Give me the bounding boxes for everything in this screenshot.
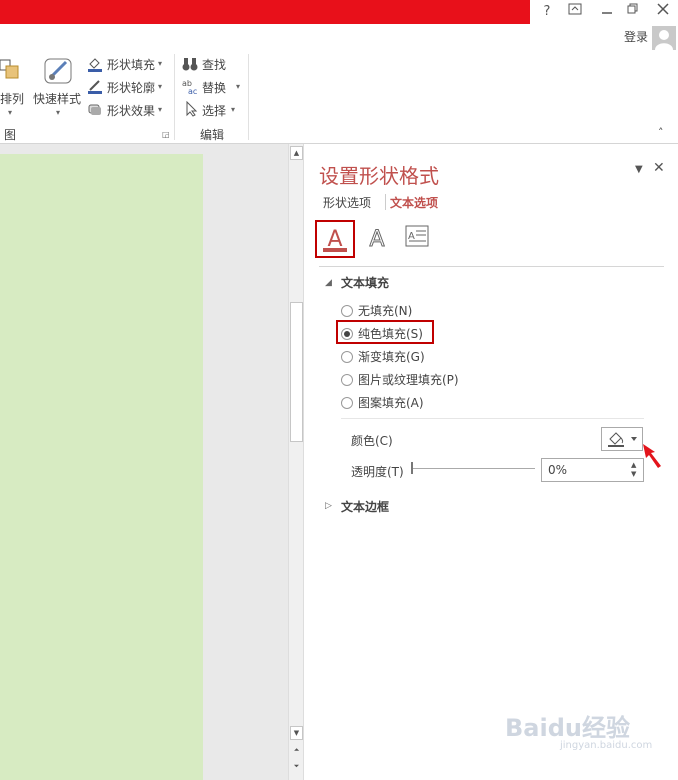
fill-option-solid[interactable]: 纯色填充(S): [341, 325, 423, 343]
watermark: Baidu经验: [505, 714, 630, 742]
replace-dropdown-icon[interactable]: ▾: [236, 82, 240, 91]
next-slide-icon[interactable]: ⏷: [290, 760, 303, 774]
color-label: 颜色(C): [351, 434, 393, 448]
scroll-thumb[interactable]: [290, 302, 303, 442]
text-outline-section-header[interactable]: 文本边框: [341, 498, 389, 515]
svg-text:ac: ac: [188, 87, 197, 94]
pane-title: 设置形状格式: [319, 164, 439, 188]
title-bar: ?: [0, 0, 678, 26]
transparency-spinner[interactable]: ▲ ▼: [631, 461, 641, 479]
account-row: 登录: [0, 24, 678, 50]
binoculars-icon: [182, 56, 198, 72]
shape-effects-icon: [87, 101, 103, 117]
collapse-text-fill-icon[interactable]: ◢: [325, 278, 332, 288]
tab-content-divider: [319, 266, 664, 267]
paint-bucket-icon: [608, 432, 637, 447]
vertical-scrollbar[interactable]: ▲ ▼ ⏶ ⏷: [288, 144, 304, 780]
shape-effects-button[interactable]: 形状效果: [107, 102, 155, 119]
transparency-label: 透明度(T): [351, 465, 404, 479]
radio-pattern[interactable]: [341, 396, 353, 409]
shape-outline-button[interactable]: 形状轮廓: [107, 79, 155, 96]
quick-styles-button[interactable]: 快速样式: [33, 90, 81, 107]
text-fill-icon: A: [323, 227, 347, 252]
transparency-value: 0%: [548, 463, 568, 477]
radio-none[interactable]: [341, 304, 353, 317]
group-separator: [174, 54, 175, 140]
select-button[interactable]: 选择: [202, 102, 226, 119]
text-effects-icon: A: [369, 227, 385, 253]
shape-fill-icon: [87, 56, 103, 72]
transparency-slider-thumb[interactable]: [411, 462, 413, 474]
slide-canvas: [0, 144, 288, 780]
fill-option-none[interactable]: 无填充(N): [341, 302, 412, 320]
transparency-input[interactable]: 0% ▲ ▼: [541, 458, 644, 482]
select-dropdown-icon[interactable]: ▾: [231, 105, 235, 114]
fill-option-gradient[interactable]: 渐变填充(G): [341, 348, 425, 366]
drawing-dialog-launcher-icon[interactable]: ◲: [162, 130, 170, 139]
collapse-ribbon-icon[interactable]: ˄: [658, 126, 664, 139]
close-icon[interactable]: [650, 2, 676, 22]
replace-button[interactable]: 替换: [202, 79, 226, 96]
scroll-up-icon[interactable]: ▲: [290, 146, 303, 160]
title-bar-accent: [0, 0, 530, 24]
color-picker-button[interactable]: [601, 427, 643, 451]
avatar[interactable]: [652, 26, 676, 50]
editing-group-label: 编辑: [200, 128, 225, 142]
radio-gradient[interactable]: [341, 350, 353, 363]
radio-picture[interactable]: [341, 373, 353, 386]
shape-outline-dropdown-icon[interactable]: ▾: [158, 82, 162, 91]
slide[interactable]: [0, 154, 203, 780]
cursor-icon: [184, 100, 200, 117]
help-button[interactable]: ?: [534, 2, 560, 22]
shape-effects-dropdown-icon[interactable]: ▾: [158, 105, 162, 114]
shape-fill-button[interactable]: 形状填充: [107, 56, 155, 73]
ribbon: 排列 ▾ 快速样式 ▾ 形状填充 ▾ 形状轮廓 ▾ 形状效果 ▾ 图 ◲ 查找 …: [0, 50, 678, 144]
red-arrow-icon: [643, 444, 661, 468]
login-link[interactable]: 登录: [624, 28, 648, 45]
fill-option-picture[interactable]: 图片或纹理填充(P): [341, 371, 459, 389]
shape-outline-icon: [87, 78, 103, 94]
replace-icon: ab ac: [182, 78, 198, 96]
scroll-down-icon[interactable]: ▼: [290, 726, 303, 740]
arrange-dropdown-icon[interactable]: ▾: [8, 108, 12, 117]
text-box-icon: A: [405, 225, 429, 247]
format-shape-pane: 设置形状格式 ▼ ✕ 形状选项 文本选项 A A A ◢ 文本填充 无填充(N)…: [305, 144, 678, 780]
transparency-slider-track[interactable]: [413, 468, 535, 469]
minimize-icon[interactable]: [594, 2, 620, 22]
pane-close-icon[interactable]: ✕: [653, 160, 665, 176]
group-separator: [248, 54, 249, 140]
radio-solid[interactable]: [341, 327, 353, 340]
tab-divider: [385, 194, 386, 210]
svg-text:A: A: [408, 231, 415, 242]
arrange-button[interactable]: 排列: [0, 90, 24, 107]
watermark-url: jingyan.baidu.com: [560, 740, 653, 751]
options-divider: [341, 418, 644, 419]
restore-icon[interactable]: [620, 2, 646, 22]
arrange-icon: [0, 58, 22, 80]
quick-styles-dropdown-icon[interactable]: ▾: [56, 108, 60, 117]
text-box-tab[interactable]: A: [397, 220, 437, 258]
text-fill-outline-tab[interactable]: A: [315, 220, 355, 258]
expand-text-outline-icon[interactable]: ▷: [325, 501, 332, 511]
svg-text:A: A: [369, 227, 384, 252]
pane-options-icon[interactable]: ▼: [635, 164, 643, 175]
find-button[interactable]: 查找: [202, 56, 226, 73]
text-fill-section-header[interactable]: 文本填充: [341, 274, 389, 291]
tab-shape-options[interactable]: 形状选项: [323, 194, 371, 211]
tab-text-options[interactable]: 文本选项: [390, 194, 438, 211]
fill-option-pattern[interactable]: 图案填充(A): [341, 394, 424, 412]
ribbon-display-options-icon[interactable]: [562, 2, 588, 22]
shape-fill-dropdown-icon[interactable]: ▾: [158, 59, 162, 68]
text-effects-tab[interactable]: A: [357, 220, 397, 258]
quick-styles-icon: [44, 56, 74, 86]
drawing-group-label: 图: [4, 128, 17, 142]
previous-slide-icon[interactable]: ⏶: [290, 744, 303, 758]
